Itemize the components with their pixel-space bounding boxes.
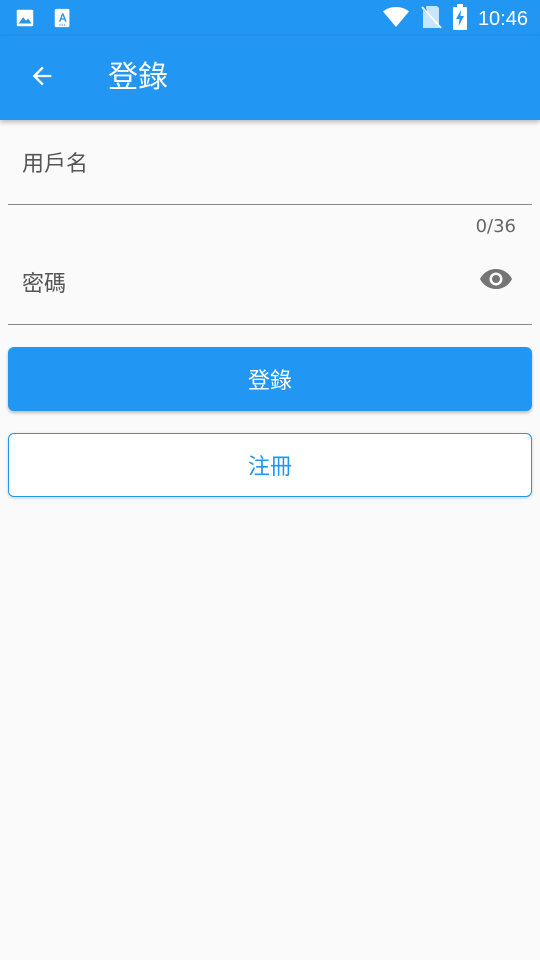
username-underline [8, 204, 532, 205]
app-bar: 登錄 [0, 36, 540, 120]
eye-icon [479, 267, 513, 295]
font-download-icon [52, 7, 74, 33]
username-field[interactable]: 用戶名 [8, 120, 532, 206]
status-left-icons [14, 7, 74, 33]
arrow-back-icon [28, 62, 56, 94]
no-sim-icon [420, 4, 442, 34]
image-icon [14, 7, 36, 33]
status-time: 10:46 [477, 8, 528, 30]
status-bar: 10:46 [0, 0, 540, 36]
page-title: 登錄 [108, 60, 168, 95]
battery-charging-icon [452, 4, 468, 34]
password-field[interactable]: 密碼 [8, 244, 532, 326]
username-label: 用戶名 [22, 152, 89, 177]
username-char-counter: 0/36 [475, 216, 516, 237]
password-label: 密碼 [22, 272, 67, 297]
wifi-icon [382, 5, 410, 33]
toggle-password-visibility-button[interactable] [478, 266, 514, 296]
status-right-icons: 10:46 [382, 4, 528, 34]
register-button[interactable]: 注冊 [8, 433, 532, 497]
password-underline [8, 324, 532, 325]
back-button[interactable] [22, 58, 62, 98]
login-button[interactable]: 登錄 [8, 347, 532, 411]
